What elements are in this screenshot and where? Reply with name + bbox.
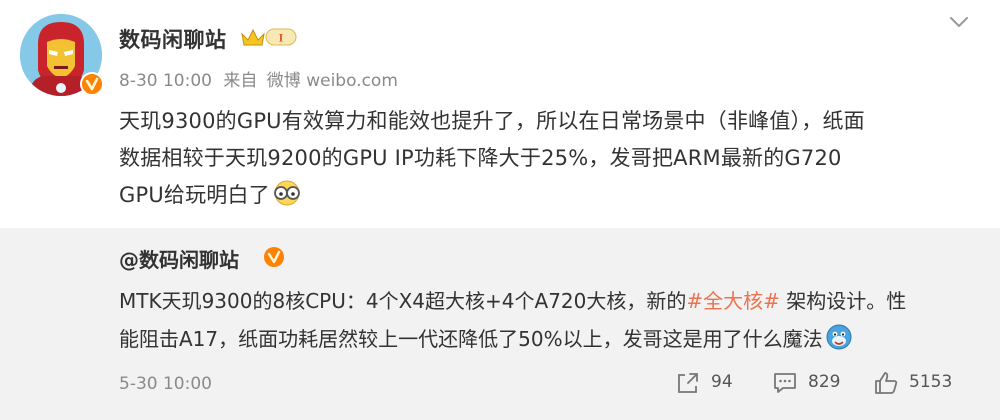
repost-text-line: 能阻击A17，纸面功耗居然较上一代还降低了50%以上，发哥这是用了什么魔法	[119, 320, 979, 358]
repost-text-line: MTK天玑9300的8核CPU：4个X4超大核+4个A720大核，新的#全大核#…	[119, 282, 979, 320]
glasses-emoji-icon	[274, 180, 300, 206]
repost-actions: 94 829 5153	[675, 368, 975, 398]
author-name[interactable]: 数码闲聊站	[119, 24, 227, 54]
repost-date[interactable]: 5-30 10:00	[119, 374, 212, 394]
repost-text: MTK天玑9300的8核CPU：4个X4超大核+4个A720大核，新的#全大核#…	[119, 282, 979, 358]
post-text-line: GPU给玩明白了	[119, 177, 979, 214]
post-source[interactable]: 微博 weibo.com	[267, 71, 398, 91]
repost-card[interactable]: @数码闲聊站 MTK天玑9300的8核CPU：4个X4超大核+4个A720大核，…	[0, 228, 1000, 420]
rank-badge-text: I	[279, 31, 284, 45]
doge-emoji-icon	[826, 324, 852, 350]
chevron-down-icon[interactable]	[948, 14, 970, 30]
repost-author[interactable]: @数码闲聊站	[119, 244, 239, 273]
post-text-tail: GPU给玩明白了	[119, 183, 270, 207]
repost-text-part: 能阻击A17，纸面功耗居然较上一代还降低了50%以上，发哥这是用了什么魔法	[119, 327, 823, 351]
source-prefix: 来自	[223, 71, 258, 91]
share-count: 94	[711, 372, 733, 392]
post-text: 天玑9300的GPU有效算力和能效也提升了，所以在日常场景中（非峰值），纸面 数…	[119, 103, 979, 214]
post-text-line: 天玑9300的GPU有效算力和能效也提升了，所以在日常场景中（非峰值），纸面	[119, 109, 865, 133]
comment-icon	[774, 373, 796, 393]
like-count: 5153	[909, 372, 953, 392]
post-text-line: 数据相较于天玑9200的GPU IP功耗下降大于25%，发哥把ARM最新的G72…	[119, 146, 842, 170]
hashtag-link[interactable]: #全大核#	[686, 289, 780, 313]
repost-text-part: 架构设计。性	[779, 289, 907, 313]
share-icon	[678, 373, 698, 393]
author-avatar-wrap[interactable]	[20, 14, 104, 96]
repost-text-part: MTK天玑9300的8核CPU：4个X4超大核+4个A720大核，新的	[119, 289, 687, 313]
weibo-post: 数码闲聊站 I 8-30 10:00 来自 微博 weibo.com 天玑930…	[0, 0, 1000, 228]
verified-badge-icon	[80, 72, 104, 96]
comment-count: 829	[808, 372, 841, 392]
verified-badge-icon	[264, 247, 284, 267]
member-crown-icon[interactable]: I	[240, 26, 298, 48]
thumbs-up-icon	[875, 372, 898, 394]
post-meta: 8-30 10:00 来自 微博 weibo.com	[119, 66, 404, 91]
post-date[interactable]: 8-30 10:00	[119, 71, 212, 91]
